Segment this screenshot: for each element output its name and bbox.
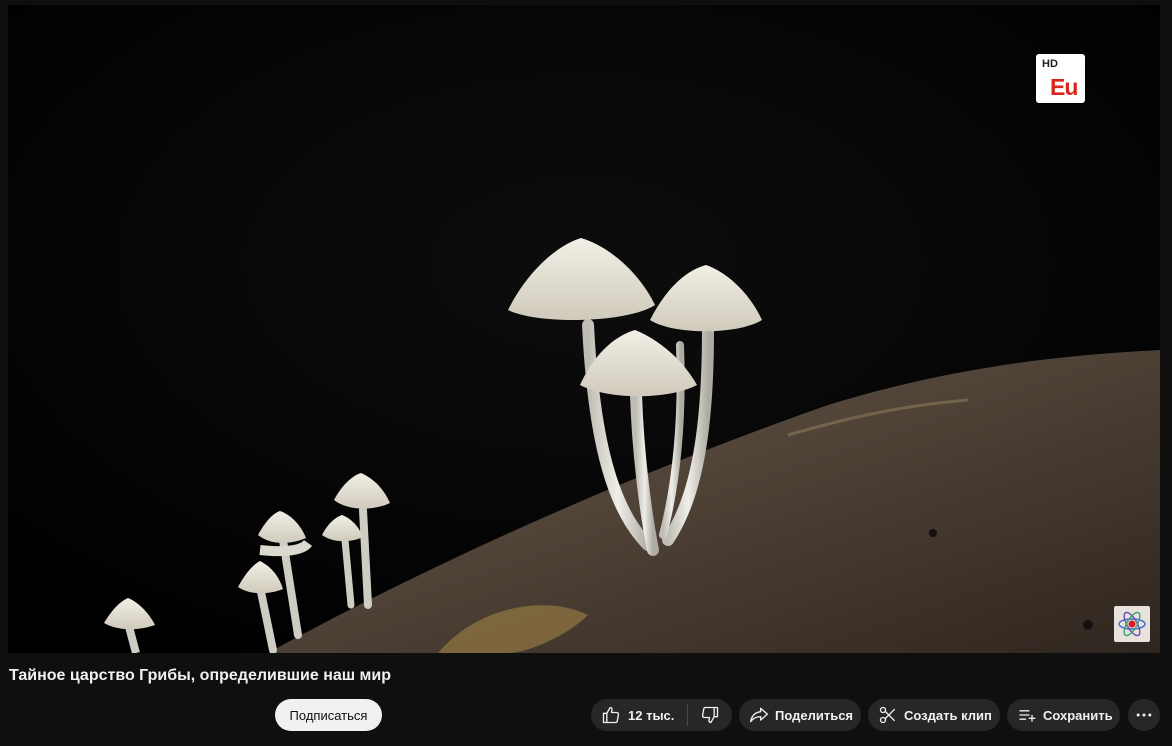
video-player[interactable]: HD Eu	[8, 5, 1160, 653]
more-actions-button[interactable]	[1128, 699, 1160, 731]
scissors-icon	[879, 706, 896, 724]
playlist-add-icon	[1019, 710, 1036, 722]
more-icon	[1136, 713, 1152, 717]
subscribe-button[interactable]: Подписаться	[275, 699, 382, 731]
create-clip-button[interactable]: Создать клип	[868, 699, 1000, 731]
dislike-button[interactable]	[688, 699, 720, 731]
like-dislike-group: 12 тыс.	[591, 699, 732, 731]
create-clip-label: Создать клип	[904, 707, 992, 723]
dislike-icon	[702, 706, 719, 724]
like-icon	[602, 706, 620, 724]
channel-watermark[interactable]	[1114, 606, 1150, 642]
share-button[interactable]: Поделиться	[739, 699, 861, 731]
share-label: Поделиться	[775, 707, 854, 723]
video-frame	[8, 5, 1160, 653]
video-title: Тайное царство Грибы, определившие наш м…	[9, 667, 391, 684]
like-count: 12 тыс.	[628, 707, 675, 723]
channel-logo-text: Eu	[1050, 74, 1078, 100]
share-icon	[750, 707, 768, 723]
atom-icon	[1118, 611, 1146, 637]
save-button[interactable]: Сохранить	[1007, 699, 1120, 731]
like-button[interactable]: 12 тыс.	[591, 699, 674, 731]
hd-label: HD	[1042, 58, 1058, 70]
save-label: Сохранить	[1043, 707, 1113, 723]
hd-badge: HD Eu	[1036, 54, 1085, 103]
